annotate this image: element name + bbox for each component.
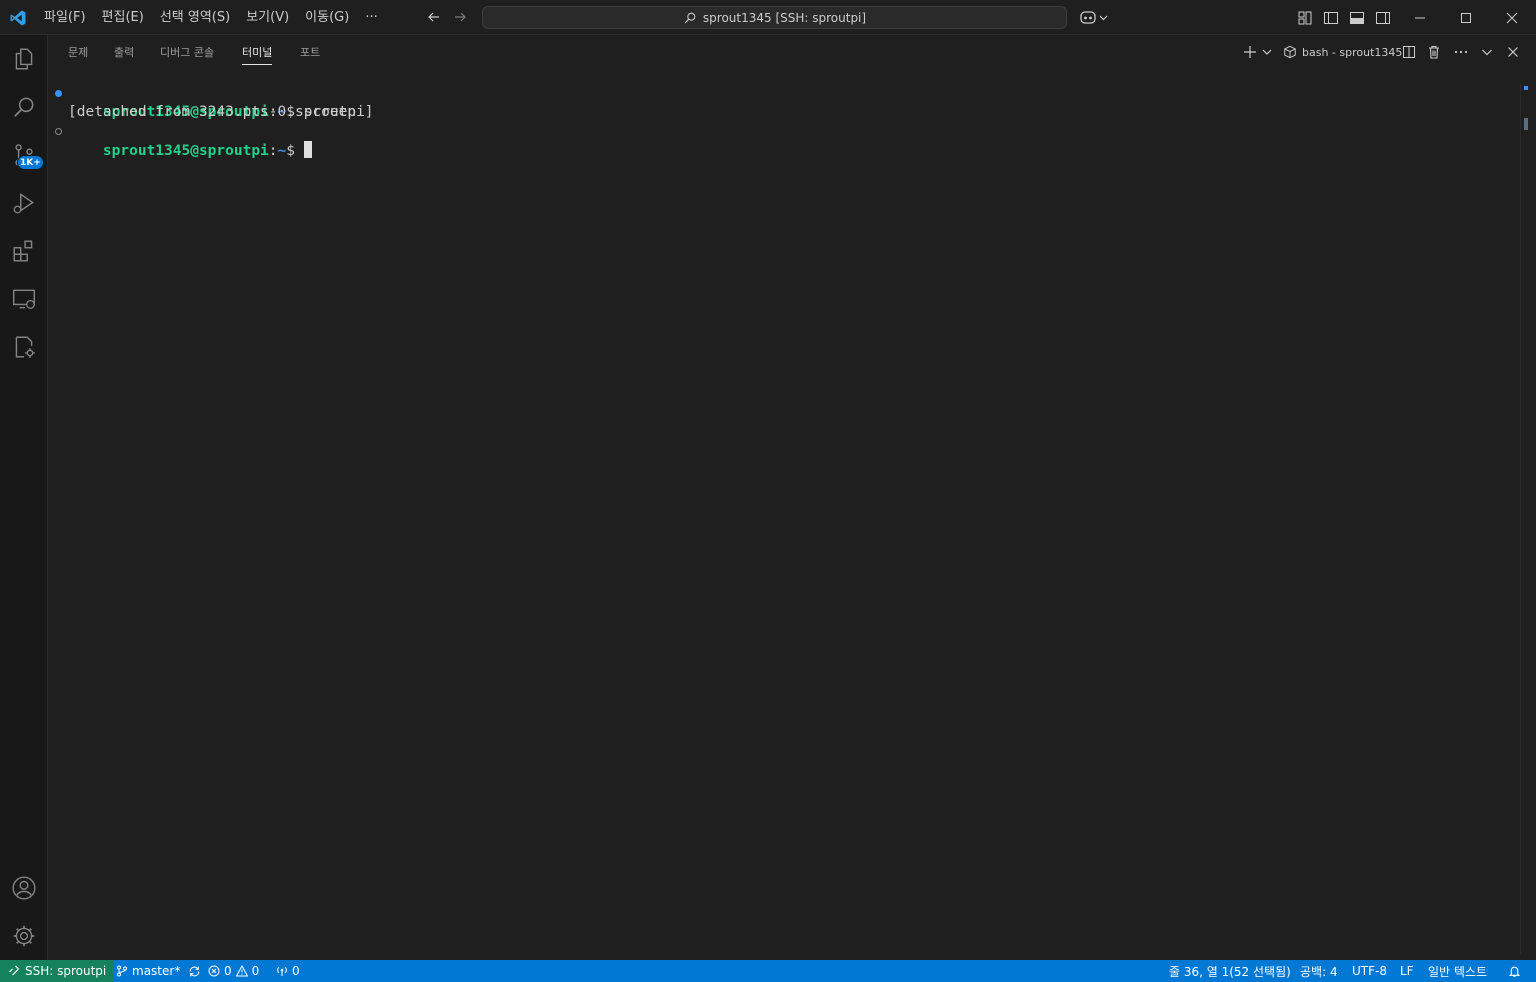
terminal-profiles-chevron-down-icon[interactable] xyxy=(1261,44,1273,60)
end-of-line[interactable]: LF xyxy=(1400,960,1414,982)
remote-indicator[interactable]: SSH: sproutpi xyxy=(0,960,115,982)
containers-button[interactable] xyxy=(0,323,48,371)
close-icon xyxy=(1506,12,1518,23)
problems-indicator[interactable]: 0 0 xyxy=(208,960,259,982)
copilot-icon[interactable] xyxy=(1079,9,1111,27)
manage-button[interactable] xyxy=(0,912,48,960)
explorer-button[interactable] xyxy=(0,35,48,83)
tab-terminal[interactable]: 터미널 xyxy=(242,35,273,70)
account-icon xyxy=(12,876,36,900)
terminal-output: [detached from 3243.pts-0.sproutpi] xyxy=(68,104,374,120)
extensions-button[interactable] xyxy=(0,227,48,275)
command-success-decoration-icon[interactable] xyxy=(55,90,62,97)
new-terminal-icon[interactable] xyxy=(1242,44,1258,60)
terminal-cursor xyxy=(303,141,312,158)
terminal-line: sprout1345@sproutpi:~$ screen xyxy=(48,84,1518,120)
bell-icon xyxy=(1508,966,1521,977)
remote-label: SSH: sproutpi xyxy=(25,964,107,978)
vscode-logo-icon xyxy=(10,10,26,26)
status-bar: SSH: sproutpi master* 0 0 0 줄 36, 열 1(52… xyxy=(0,960,1536,982)
accounts-button[interactable] xyxy=(0,864,48,912)
error-count: 0 xyxy=(224,964,232,978)
encoding[interactable]: UTF-8 xyxy=(1352,960,1387,982)
command-pending-decoration-icon[interactable] xyxy=(55,128,62,135)
layout-controls xyxy=(1296,9,1392,27)
container-settings-icon xyxy=(15,336,35,358)
run-debug-icon xyxy=(13,193,34,214)
customize-layout-icon[interactable] xyxy=(1296,9,1314,27)
toggle-secondary-sidebar-icon[interactable] xyxy=(1374,9,1392,27)
more-actions-icon[interactable] xyxy=(1453,44,1469,60)
sync-icon[interactable] xyxy=(188,965,201,978)
git-branch-icon xyxy=(117,965,127,977)
warning-icon xyxy=(235,965,248,977)
forward-arrow-icon[interactable] xyxy=(452,9,468,25)
indentation[interactable]: 공백: 4 xyxy=(1300,960,1338,982)
menu-selection[interactable]: 선택 영역(S) xyxy=(152,0,238,35)
tab-debug-console[interactable]: 디버그 콘솔 xyxy=(160,35,214,70)
tab-ports[interactable]: 포트 xyxy=(300,35,320,70)
command-center-label: sprout1345 [SSH: sproutpi] xyxy=(702,10,867,25)
error-icon xyxy=(208,965,220,977)
title-bar: 파일(F) 편집(E) 선택 영역(S) 보기(V) 이동(G) ··· spr… xyxy=(0,0,1536,35)
tab-output[interactable]: 출력 xyxy=(114,35,134,70)
prompt-dollar: $ xyxy=(286,143,304,159)
notifications-button[interactable] xyxy=(1508,960,1521,982)
tab-problems[interactable]: 문제 xyxy=(68,35,88,70)
terminal-instance-name[interactable]: bash - sprout1345 xyxy=(1302,35,1402,70)
remote-icon xyxy=(9,965,19,976)
command-center[interactable]: sprout1345 [SSH: sproutpi] xyxy=(482,6,1067,29)
maximize-panel-chevron-icon[interactable] xyxy=(1479,44,1495,60)
close-window-button[interactable] xyxy=(1489,0,1535,35)
minimize-button[interactable] xyxy=(1397,0,1443,35)
trash-icon[interactable] xyxy=(1426,44,1442,60)
split-terminal-icon[interactable] xyxy=(1401,44,1417,60)
scrollbar-thumb[interactable] xyxy=(1524,118,1528,130)
back-arrow-icon[interactable] xyxy=(426,9,442,25)
language-mode[interactable]: 일반 텍스트 xyxy=(1428,960,1487,982)
close-panel-icon[interactable] xyxy=(1505,44,1521,60)
extensions-icon xyxy=(13,240,33,262)
prompt-user-host: sprout1345@sproutpi xyxy=(102,143,269,159)
remote-explorer-icon xyxy=(13,289,35,309)
prompt-path: ~ xyxy=(277,143,287,159)
menu-view[interactable]: 보기(V) xyxy=(238,0,297,35)
source-control-badge: 1K+ xyxy=(17,155,44,170)
menu-file[interactable]: 파일(F) xyxy=(36,0,94,35)
menu-more[interactable]: ··· xyxy=(357,0,385,35)
run-debug-button[interactable] xyxy=(0,179,48,227)
terminal-line: sprout1345@sproutpi:~$ xyxy=(48,122,1518,159)
menu-bar: 파일(F) 편집(E) 선택 영역(S) 보기(V) 이동(G) ··· xyxy=(36,0,386,35)
cursor-position[interactable]: 줄 36, 열 1(52 선택됨) xyxy=(1169,960,1291,982)
warning-count: 0 xyxy=(251,964,260,978)
remote-explorer-button[interactable] xyxy=(0,275,48,323)
menu-edit[interactable]: 편집(E) xyxy=(94,0,152,35)
search-button[interactable] xyxy=(0,83,48,131)
ports-indicator[interactable]: 0 xyxy=(276,960,300,982)
minimize-icon xyxy=(1415,17,1425,18)
prompt-separator: : xyxy=(268,143,278,159)
terminal-line: [detached from 3243.pts-0.sproutpi] xyxy=(48,103,1518,122)
search-icon xyxy=(684,12,696,23)
terminal-scrollbar[interactable] xyxy=(1520,84,1534,954)
maximize-icon xyxy=(1461,12,1471,23)
toggle-panel-icon[interactable] xyxy=(1348,9,1366,27)
menu-go[interactable]: 이동(G) xyxy=(297,0,357,35)
search-icon xyxy=(14,97,34,117)
files-icon xyxy=(15,48,33,70)
broadcast-icon xyxy=(277,966,287,976)
gear-icon xyxy=(13,925,35,947)
branch-label: master* xyxy=(132,964,181,978)
scrollbar-decoration-mark xyxy=(1524,86,1528,90)
activity-bar: 1K+ xyxy=(0,35,48,960)
terminal-view[interactable]: sprout1345@sproutpi:~$ screen [detached … xyxy=(48,84,1518,954)
ports-count: 0 xyxy=(292,964,300,978)
toggle-primary-sidebar-icon[interactable] xyxy=(1322,9,1340,27)
terminal-cube-icon xyxy=(1284,45,1296,59)
branch-indicator[interactable]: master* xyxy=(116,960,201,982)
maximize-button[interactable] xyxy=(1443,0,1489,35)
